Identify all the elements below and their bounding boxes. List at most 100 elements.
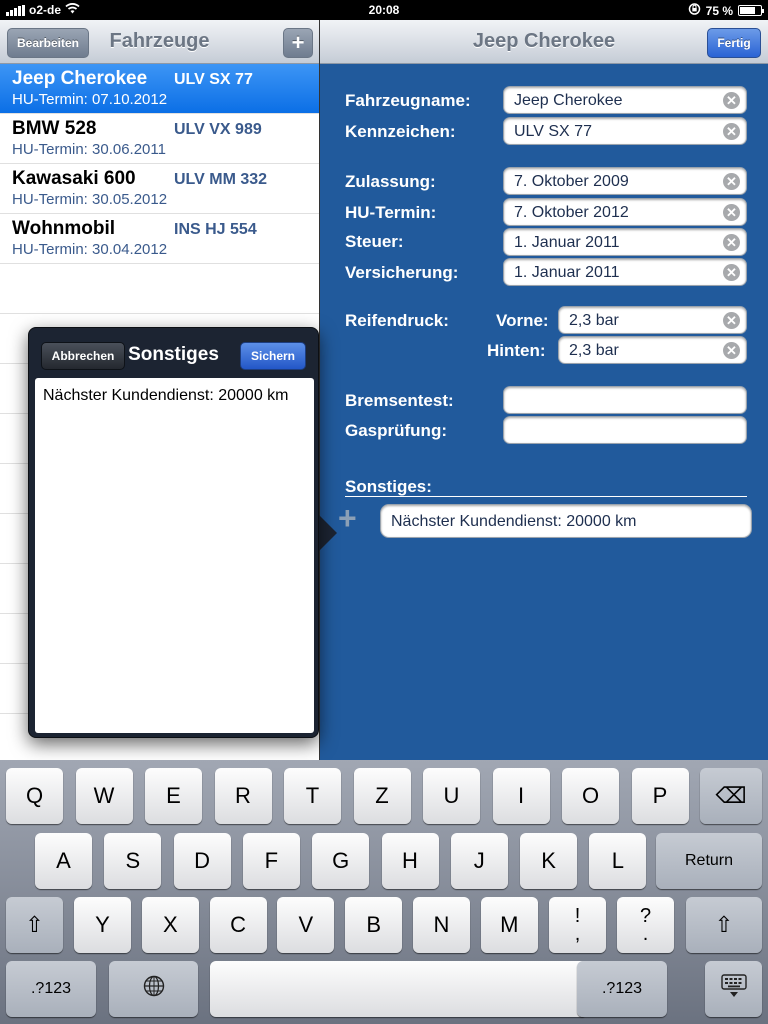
key-w[interactable]: W	[75, 768, 133, 824]
shift-key-left[interactable]: ⇧	[6, 897, 63, 953]
comma-glyph: ,	[574, 923, 581, 945]
brake-test-field[interactable]	[503, 386, 747, 414]
key-d[interactable]: D	[173, 833, 231, 889]
battery-percentage: 75 %	[705, 3, 733, 18]
numbers-key-left[interactable]: .?123	[6, 961, 96, 1017]
insurance-field[interactable]: 1. Januar 2011 ✕	[503, 258, 747, 286]
add-vehicle-button[interactable]: +	[283, 28, 313, 58]
vehicle-list-item[interactable]: Jeep Cherokee ULV SX 77 HU-Termin: 07.10.2…	[0, 64, 319, 114]
vehicle-row-header: Jeep Cherokee ULV SX 77	[12, 68, 307, 90]
hu-date: 30.04.2012	[92, 241, 168, 258]
backspace-key[interactable]: ⌫	[700, 768, 762, 824]
clear-icon[interactable]: ✕	[723, 264, 740, 281]
popover-arrow	[319, 515, 337, 551]
gas-test-field[interactable]	[503, 416, 747, 444]
clear-icon[interactable]: ✕	[723, 92, 740, 109]
key-b[interactable]: B	[345, 897, 403, 953]
question-period-key[interactable]: ? .	[617, 897, 674, 953]
key-p[interactable]: P	[631, 768, 689, 824]
key-m[interactable]: M	[480, 897, 538, 953]
key-z[interactable]: Z	[353, 768, 411, 824]
misc-text-area[interactable]: Nächster Kundendienst: 20000 km	[35, 378, 314, 733]
misc-separator	[345, 496, 747, 497]
misc-note-field[interactable]: Nächster Kundendienst: 20000 km	[380, 504, 752, 538]
exclamation-comma-key[interactable]: ! ,	[549, 897, 606, 953]
misc-label: Sonstiges:	[345, 477, 432, 496]
rear-pressure-field[interactable]: 2,3 bar ✕	[558, 336, 747, 364]
hu-label: HU-Termin:	[12, 141, 88, 158]
battery-icon	[738, 5, 764, 16]
save-button[interactable]: Sichern	[240, 342, 306, 370]
key-o[interactable]: O	[562, 768, 619, 824]
key-a[interactable]: A	[35, 833, 92, 889]
key-q[interactable]: Q	[6, 768, 63, 824]
key-c[interactable]: C	[209, 897, 267, 953]
clear-icon[interactable]: ✕	[723, 234, 740, 251]
key-i[interactable]: I	[492, 768, 550, 824]
misc-text-value: Nächster Kundendienst: 20000 km	[43, 387, 289, 404]
hu-label: HU-Termin:	[12, 91, 88, 108]
key-x[interactable]: X	[141, 897, 199, 953]
vehicle-hu-line: HU-Termin: 30.04.2012	[12, 241, 307, 258]
gas-test-label: Gasprüfung:	[345, 421, 447, 440]
shift-key-right[interactable]: ⇧	[686, 897, 762, 953]
key-n[interactable]: N	[413, 897, 470, 953]
hu-label: HU-Termin:	[12, 241, 88, 258]
vehicle-name-label: Fahrzeugname:	[345, 91, 471, 110]
plate-field[interactable]: ULV SX 77 ✕	[503, 117, 747, 145]
key-f[interactable]: F	[242, 833, 300, 889]
hide-keyboard-key[interactable]	[705, 961, 762, 1017]
vehicle-name: BMW 528	[12, 118, 97, 139]
clear-icon[interactable]: ✕	[723, 312, 740, 329]
key-j[interactable]: J	[450, 833, 508, 889]
key-v[interactable]: V	[277, 897, 335, 953]
key-y[interactable]: Y	[74, 897, 131, 953]
vehicle-plate: ULV VX 989	[174, 121, 262, 138]
key-t[interactable]: T	[284, 768, 341, 824]
clear-icon[interactable]: ✕	[723, 123, 740, 140]
vehicle-name-field[interactable]: Jeep Cherokee ✕	[503, 86, 747, 114]
key-l[interactable]: L	[589, 833, 647, 889]
key-u[interactable]: U	[423, 768, 480, 824]
hu-field[interactable]: 7. Oktober 2012 ✕	[503, 198, 747, 226]
key-s[interactable]: S	[104, 833, 162, 889]
registration-value: 7. Oktober 2009	[514, 173, 629, 190]
add-note-button[interactable]: +	[338, 500, 357, 537]
vehicle-plate: INS HJ 554	[174, 221, 257, 238]
clear-icon[interactable]: ✕	[723, 173, 740, 190]
plus-icon: +	[338, 500, 357, 536]
master-nav-bar: Fahrzeuge Bearbeiten +	[0, 20, 319, 64]
key-h[interactable]: H	[381, 833, 439, 889]
numbers-key-right[interactable]: .?123	[577, 961, 667, 1017]
popover-header: Sonstiges Abbrechen Sichern	[35, 333, 312, 375]
registration-field[interactable]: 7. Oktober 2009 ✕	[503, 167, 747, 195]
clock: 20:08	[368, 3, 400, 17]
clear-icon[interactable]: ✕	[723, 342, 740, 359]
vehicle-hu-line: HU-Termin: 07.10.2012	[12, 91, 307, 108]
vehicle-plate: ULV MM 332	[174, 171, 268, 188]
done-button[interactable]: Fertig	[707, 28, 761, 58]
front-pressure-field[interactable]: 2,3 bar ✕	[558, 306, 747, 334]
period-glyph: .	[642, 923, 649, 945]
space-key[interactable]	[210, 961, 587, 1017]
key-g[interactable]: G	[312, 833, 370, 889]
clear-icon[interactable]: ✕	[723, 204, 740, 221]
vehicle-name-value: Jeep Cherokee	[514, 92, 623, 109]
tire-pressure-label: Reifendruck:	[345, 311, 449, 330]
key-k[interactable]: K	[520, 833, 578, 889]
tax-label: Steuer:	[345, 232, 404, 251]
return-key[interactable]: Return	[656, 833, 762, 889]
globe-key[interactable]	[109, 961, 198, 1017]
key-e[interactable]: E	[145, 768, 202, 824]
vehicle-row-header: BMW 528 ULV VX 989	[12, 118, 307, 140]
tax-value: 1. Januar 2011	[514, 234, 620, 251]
tax-field[interactable]: 1. Januar 2011 ✕	[503, 228, 747, 256]
vehicle-list-item[interactable]: Kawasaki 600 ULV MM 332 HU-Termin: 30.05.2…	[0, 164, 319, 214]
vehicle-list-item[interactable]: BMW 528 ULV VX 989 HU-Termin: 30.06.2011	[0, 114, 319, 164]
vehicle-list-item[interactable]: Wohnmobil INS HJ 554 HU-Termin: 30.04.2012	[0, 214, 319, 264]
insurance-value: 1. Januar 2011	[514, 264, 620, 281]
edit-button[interactable]: Bearbeiten	[7, 28, 89, 58]
cancel-button[interactable]: Abbrechen	[41, 342, 125, 370]
key-r[interactable]: R	[214, 768, 272, 824]
shift-icon: ⇧	[25, 912, 44, 937]
